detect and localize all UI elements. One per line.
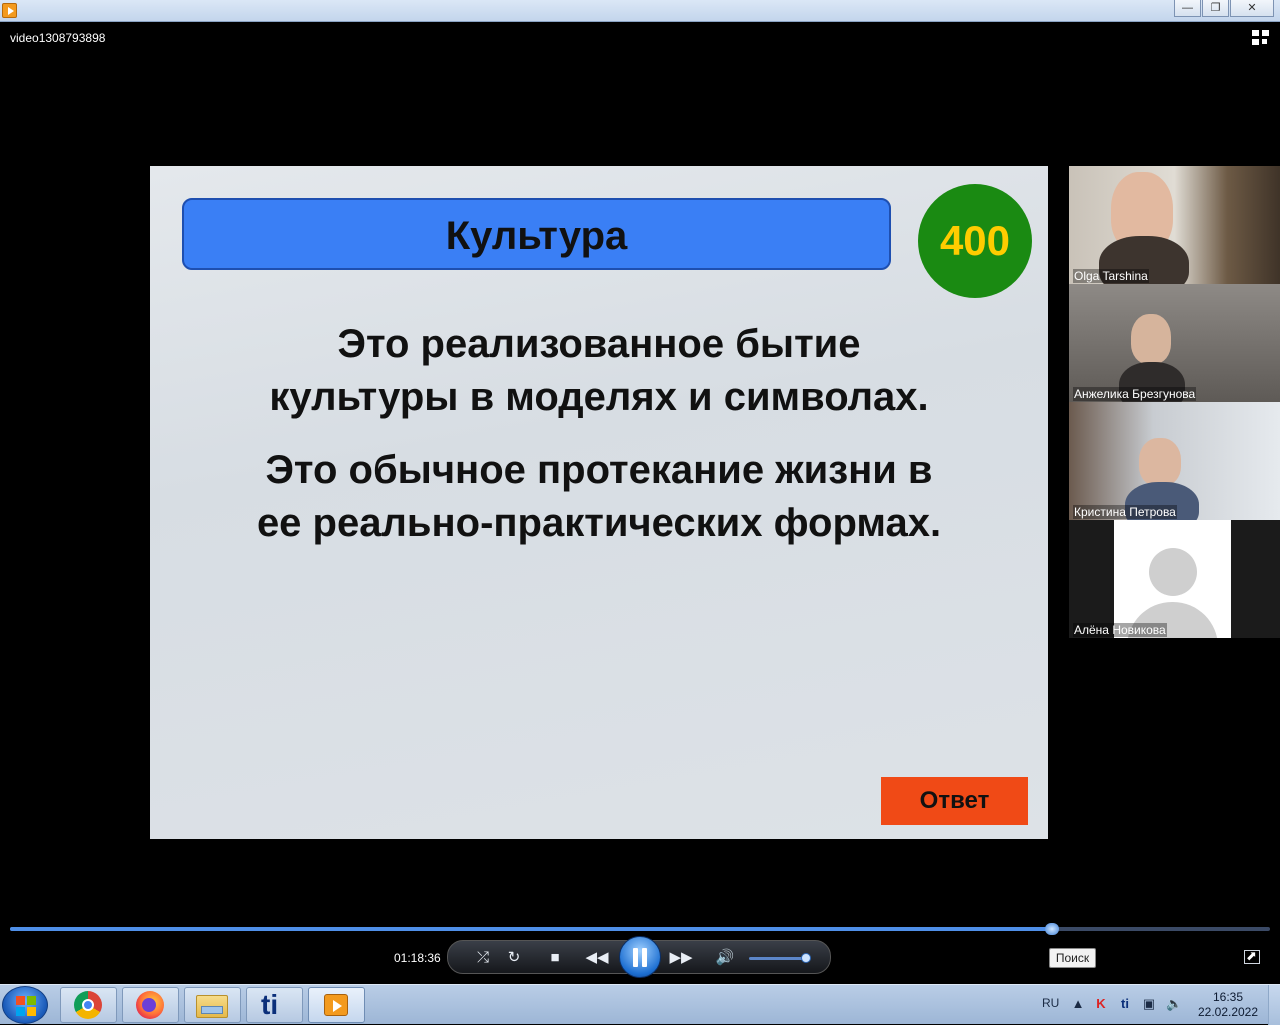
show-hidden-icons-icon[interactable]: ▲ bbox=[1071, 997, 1085, 1011]
participant-video bbox=[1131, 314, 1171, 364]
answer-button[interactable]: Ответ bbox=[881, 777, 1028, 825]
presentation-slide: Культура 400 Это реализованное бытие кул… bbox=[150, 166, 1048, 839]
participant-name: Olga Tarshina bbox=[1073, 269, 1149, 283]
taskbar: ti RU ▲ K ti ▣ 🔈 16:35 22.02.2022 bbox=[0, 984, 1280, 1025]
restore-button[interactable]: ❐ bbox=[1202, 0, 1229, 17]
windows-logo-icon bbox=[16, 996, 25, 1005]
speaker-icon[interactable]: 🔈 bbox=[1166, 997, 1182, 1011]
show-desktop-button[interactable] bbox=[1268, 985, 1280, 1025]
start-button[interactable] bbox=[2, 986, 48, 1024]
close-button[interactable]: ✕ bbox=[1230, 0, 1274, 17]
participant-video bbox=[1139, 438, 1181, 486]
switch-to-library-icon[interactable] bbox=[1252, 30, 1270, 46]
taskbar-ti-app[interactable]: ti bbox=[246, 987, 303, 1023]
file-explorer-icon bbox=[196, 995, 228, 1018]
repeat-icon[interactable]: ↻ bbox=[503, 948, 525, 968]
stop-icon[interactable]: ■ bbox=[544, 948, 566, 968]
window-controls: — ❐ ✕ bbox=[1173, 0, 1274, 17]
points-value: 400 bbox=[939, 217, 1011, 264]
taskbar-chrome[interactable] bbox=[60, 987, 117, 1023]
volume-handle[interactable] bbox=[800, 953, 811, 963]
participant-name: Анжелика Брезгунова bbox=[1073, 387, 1197, 401]
shuffle-icon[interactable]: ⤮ bbox=[472, 948, 494, 968]
ti-tray-icon[interactable]: ti bbox=[1118, 997, 1132, 1011]
window-titlebar: — ❐ ✕ bbox=[0, 0, 1280, 22]
question-line-3: Это обычное протекание жизни в bbox=[265, 448, 933, 492]
windows-logo-icon bbox=[16, 1007, 25, 1016]
avatar-head-icon bbox=[1149, 548, 1197, 596]
media-player-icon bbox=[324, 994, 348, 1016]
volume-icon[interactable]: 🔊 bbox=[714, 948, 736, 968]
network-icon[interactable]: ▣ bbox=[1142, 997, 1156, 1011]
seek-bar[interactable] bbox=[10, 923, 1270, 935]
clock-time: 16:35 bbox=[1212, 990, 1244, 1004]
participant-name: Алёна Новикова bbox=[1073, 623, 1167, 637]
answer-button-label: Ответ bbox=[919, 787, 990, 814]
fast-forward-icon[interactable]: ▶▶ bbox=[668, 948, 694, 968]
participant-tile: Olga Tarshina bbox=[1069, 166, 1280, 284]
question-line-4: ее реально-практических формах. bbox=[256, 501, 942, 545]
elapsed-time: 01:18:36 bbox=[394, 951, 441, 965]
minimize-button[interactable]: — bbox=[1174, 0, 1201, 17]
slide-header: Культура bbox=[182, 198, 891, 270]
language-indicator[interactable]: RU bbox=[1042, 996, 1059, 1010]
system-clock[interactable]: 16:35 22.02.2022 bbox=[1194, 990, 1262, 1020]
rewind-icon[interactable]: ◀◀ bbox=[584, 948, 610, 968]
slide-header-title: Культура bbox=[445, 214, 628, 258]
volume-slider[interactable] bbox=[749, 953, 811, 963]
question-line-1: Это реализованное бытие bbox=[337, 322, 861, 366]
default-avatar bbox=[1114, 520, 1231, 638]
chrome-icon bbox=[74, 991, 102, 1019]
taskbar-explorer[interactable] bbox=[184, 987, 241, 1023]
search-button[interactable]: Поиск bbox=[1049, 948, 1096, 968]
question-line-2: культуры в моделях и символах. bbox=[269, 375, 929, 419]
participants-panel: Olga Tarshina Анжелика Брезгунова Кристи… bbox=[1069, 166, 1280, 638]
media-player-icon bbox=[2, 3, 17, 18]
windows-logo-icon bbox=[27, 996, 36, 1005]
video-player[interactable]: video1308793898 Культура 400 Это реализо… bbox=[0, 22, 1280, 982]
ti-app-icon: ti bbox=[261, 989, 279, 1020]
pause-icon[interactable] bbox=[619, 936, 661, 978]
seek-progress bbox=[10, 927, 1053, 931]
firefox-icon bbox=[136, 991, 164, 1019]
participant-tile: Кристина Петрова bbox=[1069, 402, 1280, 520]
participant-tile: Анжелика Брезгунова bbox=[1069, 284, 1280, 402]
windows-logo-icon bbox=[27, 1007, 36, 1016]
taskbar-media-player[interactable] bbox=[308, 987, 365, 1023]
playback-controls: ⤮ ↻ ■ ◀◀ ▶▶ 🔊 bbox=[447, 936, 831, 978]
kaspersky-icon[interactable]: K bbox=[1094, 997, 1108, 1011]
participant-name: Кристина Петрова bbox=[1073, 505, 1177, 519]
taskbar-firefox[interactable] bbox=[122, 987, 179, 1023]
participant-tile: Алёна Новикова bbox=[1069, 520, 1280, 638]
points-badge: 400 bbox=[918, 184, 1032, 298]
switch-to-mini-mode-icon[interactable] bbox=[1244, 948, 1260, 964]
clock-date: 22.02.2022 bbox=[1197, 1005, 1259, 1019]
video-title: video1308793898 bbox=[10, 31, 106, 45]
seek-handle[interactable] bbox=[1045, 923, 1060, 935]
